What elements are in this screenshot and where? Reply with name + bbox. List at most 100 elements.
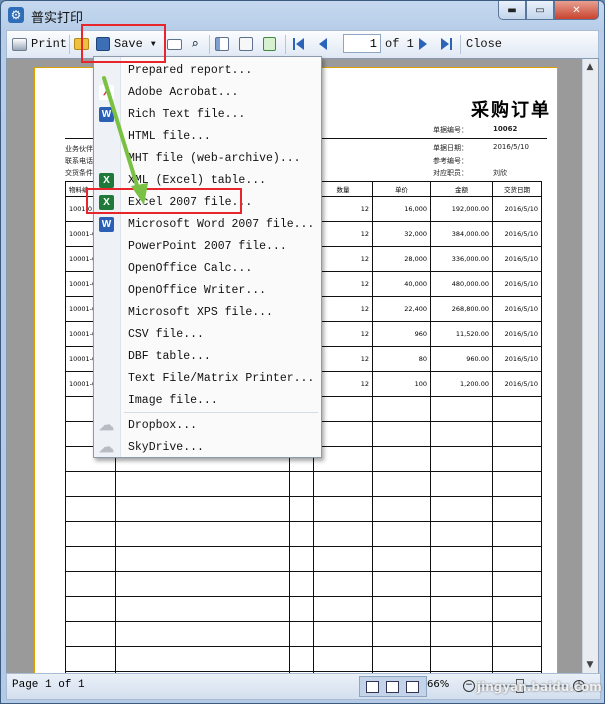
save-menu-item-label: HTML file... <box>128 130 211 143</box>
table-cell: 2016/5/10 <box>492 196 542 222</box>
table-cell: 1,200.00 <box>430 371 493 397</box>
last-page-icon[interactable] <box>441 38 449 50</box>
previous-page-icon[interactable] <box>319 38 327 50</box>
save-menu-item-label: PowerPoint 2007 file... <box>128 240 287 253</box>
next-page-icon[interactable] <box>419 38 427 50</box>
save-menu-item[interactable]: W Microsoft Word 2007 file... <box>94 214 321 236</box>
save-menu-item-label: MHT file (web-archive)... <box>128 152 301 165</box>
table-cell <box>65 646 116 672</box>
table-cell: 12 <box>313 271 373 297</box>
save-menu-item[interactable]: ☁ SkyDrive... <box>94 437 321 459</box>
scroll-down-icon[interactable]: ▼ <box>585 660 595 670</box>
save-menu-item[interactable]: Image file... <box>94 390 321 412</box>
table-cell <box>313 421 373 447</box>
print-button[interactable]: Print <box>12 35 67 53</box>
table-cell: 100 <box>372 371 431 397</box>
phone-label: 联系电话 <box>65 157 93 165</box>
save-menu-item-label: CSV file... <box>128 328 204 341</box>
table-cell <box>372 496 431 522</box>
table-cell: 12 <box>313 196 373 222</box>
table-cell: 384,000.00 <box>430 221 493 247</box>
table-cell <box>313 471 373 497</box>
table-cell <box>289 546 314 572</box>
table-cell <box>65 496 116 522</box>
table-cell <box>492 546 542 572</box>
save-menu-item-label: Adobe Acrobat... <box>128 86 239 99</box>
first-page-icon[interactable] <box>296 38 304 50</box>
table-cell <box>65 471 116 497</box>
table-cell <box>492 496 542 522</box>
save-menu-item[interactable]: DBF table... <box>94 346 321 368</box>
save-menu-item[interactable]: ☁ Dropbox... <box>94 415 321 437</box>
table-cell <box>430 471 493 497</box>
table-cell <box>492 471 542 497</box>
outline-button[interactable] <box>215 35 229 53</box>
window-title: 普实打印 <box>31 11 84 26</box>
ref-number-label: 参考编号： <box>433 157 468 165</box>
table-cell <box>65 596 116 622</box>
multi-page-icon[interactable] <box>366 681 379 693</box>
table-cell: 32,000 <box>372 221 431 247</box>
table-cell <box>65 571 116 597</box>
table-row <box>65 646 542 672</box>
table-cell <box>372 571 431 597</box>
last-page-bar <box>450 38 452 50</box>
save-menu-item[interactable]: MHT file (web-archive)... <box>94 148 321 170</box>
table-cell: 28,000 <box>372 246 431 272</box>
table-cell: 12 <box>313 246 373 272</box>
table-cell <box>289 596 314 622</box>
save-menu-item[interactable]: ⅄ Adobe Acrobat... <box>94 82 321 104</box>
table-cell <box>313 646 373 672</box>
page-setup-button[interactable] <box>263 35 276 53</box>
save-menu-item[interactable]: OpenOffice Writer... <box>94 280 321 302</box>
scroll-up-icon[interactable]: ▲ <box>585 62 595 72</box>
minimize-button[interactable]: ▬ <box>498 1 526 20</box>
save-menu-item[interactable]: Microsoft XPS file... <box>94 302 321 324</box>
save-menu-item[interactable]: PowerPoint 2007 file... <box>94 236 321 258</box>
email-button[interactable] <box>167 35 182 53</box>
table-cell <box>372 646 431 672</box>
table-cell <box>313 496 373 522</box>
edit-button[interactable] <box>239 35 253 53</box>
page-number-input[interactable]: 1 <box>343 34 381 53</box>
table-cell: 22,400 <box>372 296 431 322</box>
maximize-button[interactable]: ▭ <box>526 1 554 20</box>
save-menu-item[interactable]: OpenOffice Calc... <box>94 258 321 280</box>
fit-width-icon[interactable] <box>406 681 419 693</box>
find-button[interactable]: ⌕ <box>191 35 199 53</box>
excel-icon: X <box>99 173 114 188</box>
table-cell <box>372 421 431 447</box>
toolbar-separator <box>209 35 210 54</box>
fit-page-icon[interactable] <box>386 681 399 693</box>
printer-icon <box>12 37 27 51</box>
word-icon: W <box>99 217 114 232</box>
save-menu-item[interactable]: HTML file... <box>94 126 321 148</box>
table-cell <box>430 396 493 422</box>
table-cell: 12 <box>313 371 373 397</box>
save-menu-item[interactable]: CSV file... <box>94 324 321 346</box>
table-row <box>65 546 542 572</box>
zoom-out-icon[interactable]: − <box>463 680 475 692</box>
table-cell <box>289 471 314 497</box>
table-cell <box>430 521 493 547</box>
table-cell <box>430 496 493 522</box>
table-cell <box>372 596 431 622</box>
table-cell: 2016/5/10 <box>492 221 542 247</box>
status-bar: Page 1 of 1 66% − + jingyan.baidu.com <box>6 673 602 700</box>
table-cell <box>313 571 373 597</box>
edit-pencil-icon <box>239 37 253 51</box>
delivery-terms-label: 交货条件 <box>65 169 93 177</box>
table-cell <box>492 646 542 672</box>
print-label: Print <box>31 37 68 51</box>
close-window-button[interactable]: ✕ <box>554 1 599 20</box>
table-cell <box>372 521 431 547</box>
save-menu-item[interactable]: Text File/Matrix Printer... <box>94 368 321 390</box>
table-cell <box>430 546 493 572</box>
vertical-scrollbar[interactable]: ▲ ▼ <box>582 59 598 673</box>
table-cell <box>372 446 431 472</box>
table-cell: 2016/5/10 <box>492 371 542 397</box>
doc-date-value: 2016/5/10 <box>493 143 529 151</box>
save-menu-item[interactable]: Prepared report... <box>94 60 321 82</box>
close-button[interactable]: Close <box>466 35 502 53</box>
save-menu-item[interactable]: W Rich Text file... <box>94 104 321 126</box>
